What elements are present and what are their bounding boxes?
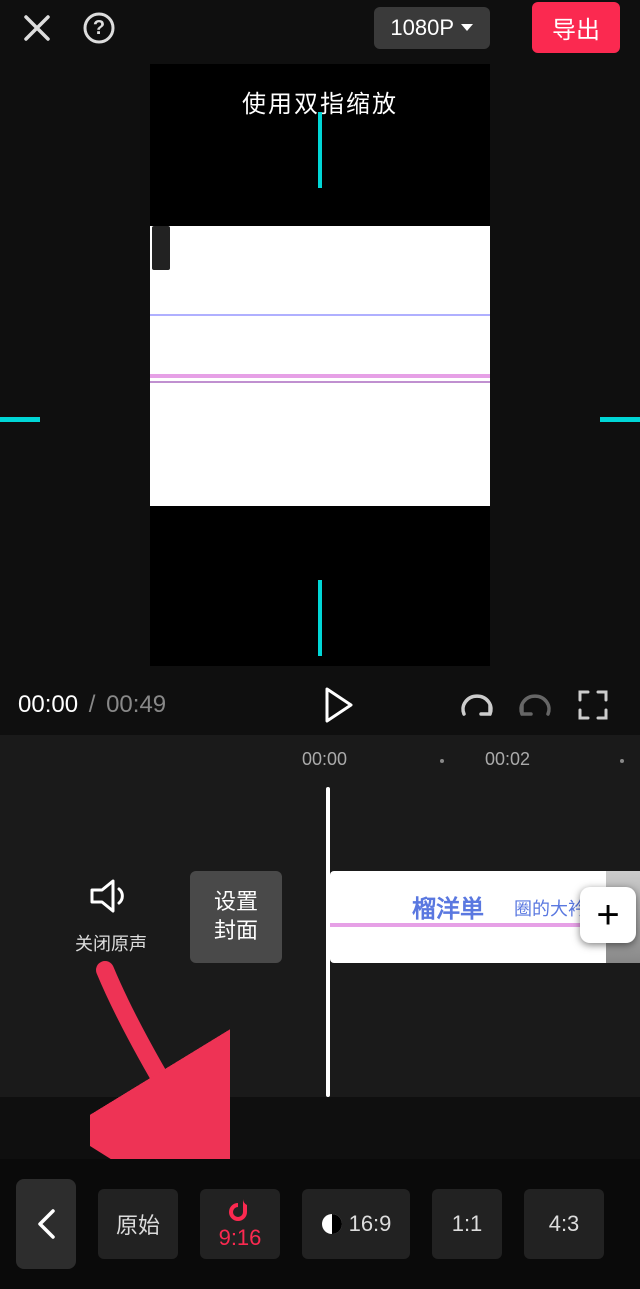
svg-text:?: ? — [93, 17, 105, 39]
ratio-1-1-button[interactable]: 1:1 — [432, 1189, 502, 1259]
playhead[interactable] — [326, 787, 330, 1097]
top-bar: ? 1080P 导出 — [0, 0, 640, 55]
mute-button[interactable]: 关闭原声 — [75, 877, 147, 956]
fullscreen-button[interactable] — [568, 680, 618, 730]
aspect-ratio-bar: 原始 9:16 16:9 1:1 4:3 — [0, 1159, 640, 1289]
close-icon[interactable] — [20, 11, 54, 45]
set-cover-button[interactable]: 设置 封面 — [190, 871, 282, 963]
ruler-mark: 00:02 — [485, 749, 530, 770]
preview-content — [150, 226, 490, 506]
play-icon — [323, 687, 355, 723]
douyin-icon — [229, 1197, 251, 1221]
preview-area: 使用双指缩放 — [0, 55, 640, 675]
mute-label: 关闭原声 — [75, 930, 147, 956]
chevron-left-icon — [35, 1207, 57, 1241]
guide-left-icon — [0, 417, 40, 422]
current-time: 00:00 — [18, 691, 78, 718]
ruler-dot — [440, 759, 444, 763]
app-root: ? 1080P 导出 使用双指缩放 00:00 — [0, 0, 640, 1289]
resolution-label: 1080P — [390, 15, 454, 41]
undo-button[interactable] — [452, 680, 502, 730]
undo-icon — [457, 689, 497, 721]
time-display: 00:00 / 00:49 — [18, 691, 166, 719]
xigua-icon — [321, 1213, 343, 1235]
guide-right-icon — [600, 417, 640, 422]
time-separator: / — [89, 691, 96, 718]
play-button[interactable] — [314, 680, 364, 730]
speaker-icon — [89, 877, 133, 915]
resolution-button[interactable]: 1080P — [374, 7, 490, 49]
chevron-down-icon — [460, 23, 474, 33]
ruler-dot — [620, 759, 624, 763]
playback-controls: 00:00 / 00:49 — [0, 675, 640, 735]
timeline-tracks[interactable]: 关闭原声 设置 封面 榴洋単 圈的大衿単 + — [0, 787, 640, 1097]
expand-icon — [577, 689, 609, 721]
clip-caption: 榴洋単 — [412, 889, 484, 924]
back-button[interactable] — [16, 1179, 76, 1269]
ratio-16-9-button[interactable]: 16:9 — [302, 1189, 410, 1259]
guide-bottom-icon — [318, 580, 322, 656]
ratio-4-3-button[interactable]: 4:3 — [524, 1189, 604, 1259]
redo-icon — [515, 689, 555, 721]
ratio-original-button[interactable]: 原始 — [98, 1189, 178, 1259]
duration: 00:49 — [106, 691, 166, 718]
timeline-ruler[interactable]: 00:00 00:02 — [0, 735, 640, 787]
ratio-9-16-button[interactable]: 9:16 — [200, 1189, 280, 1259]
add-clip-button[interactable]: + — [580, 887, 636, 943]
preview-canvas[interactable]: 使用双指缩放 — [150, 64, 490, 666]
guide-top-icon — [318, 112, 322, 188]
plus-icon: + — [596, 893, 619, 938]
export-button[interactable]: 导出 — [532, 2, 620, 53]
ruler-mark: 00:00 — [302, 749, 347, 770]
help-icon[interactable]: ? — [82, 11, 116, 45]
redo-button[interactable] — [510, 680, 560, 730]
